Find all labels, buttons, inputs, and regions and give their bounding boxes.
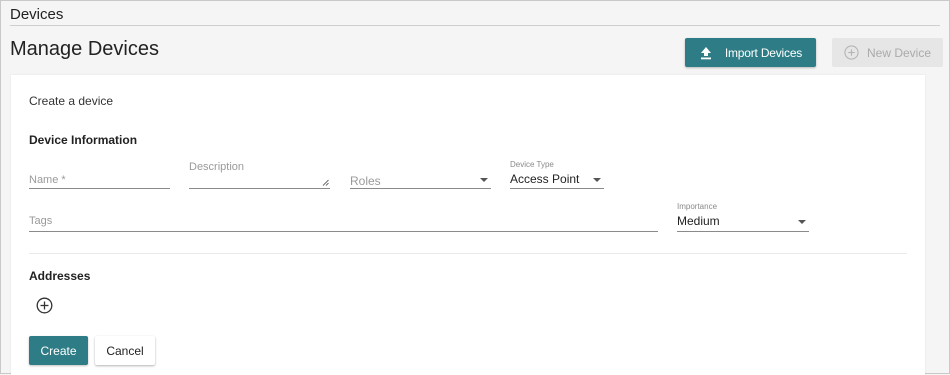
upload-icon [700, 46, 711, 59]
importance-label: Importance [677, 202, 718, 211]
chevron-down-icon [480, 178, 488, 182]
resize-handle-icon[interactable] [322, 179, 329, 186]
breadcrumb[interactable]: Devices [10, 6, 63, 23]
import-devices-button[interactable]: Import Devices [685, 38, 816, 67]
device-type-value: Access Point [510, 172, 580, 186]
page-title: Manage Devices [10, 38, 159, 60]
section-divider [29, 253, 907, 254]
description-field[interactable]: Description [189, 147, 330, 189]
tags-field[interactable]: Tags [29, 190, 658, 232]
name-placeholder: Name * [29, 174, 66, 186]
device-type-label: Device Type [510, 160, 554, 169]
card-subtitle: Create a device [29, 94, 114, 108]
chevron-down-icon [593, 178, 601, 182]
section-device-information: Device Information [29, 133, 138, 147]
create-device-card: Create a device Device Information Name … [11, 75, 925, 375]
app-frame: Devices Manage Devices Import Devices Ne… [0, 0, 950, 375]
name-field[interactable]: Name * [29, 147, 170, 189]
new-device-label: New Device [866, 45, 932, 60]
cancel-button[interactable]: Cancel [95, 336, 155, 365]
plus-circle-icon [844, 45, 859, 60]
roles-placeholder: Roles [350, 174, 381, 188]
tags-placeholder: Tags [29, 215, 53, 227]
import-devices-label: Import Devices [724, 45, 803, 60]
importance-value: Medium [677, 214, 720, 228]
section-addresses: Addresses [29, 269, 91, 283]
device-type-select[interactable]: Device Type Access Point [510, 147, 604, 189]
roles-select[interactable]: Roles [350, 147, 491, 189]
add-address-plus-circle-icon[interactable] [36, 297, 53, 314]
create-button[interactable]: Create [29, 336, 88, 365]
importance-select[interactable]: Importance Medium [677, 190, 809, 232]
new-device-button[interactable]: New Device [832, 38, 943, 67]
breadcrumb-divider [10, 25, 940, 26]
description-placeholder: Description [189, 161, 245, 173]
chevron-down-icon [798, 220, 806, 224]
